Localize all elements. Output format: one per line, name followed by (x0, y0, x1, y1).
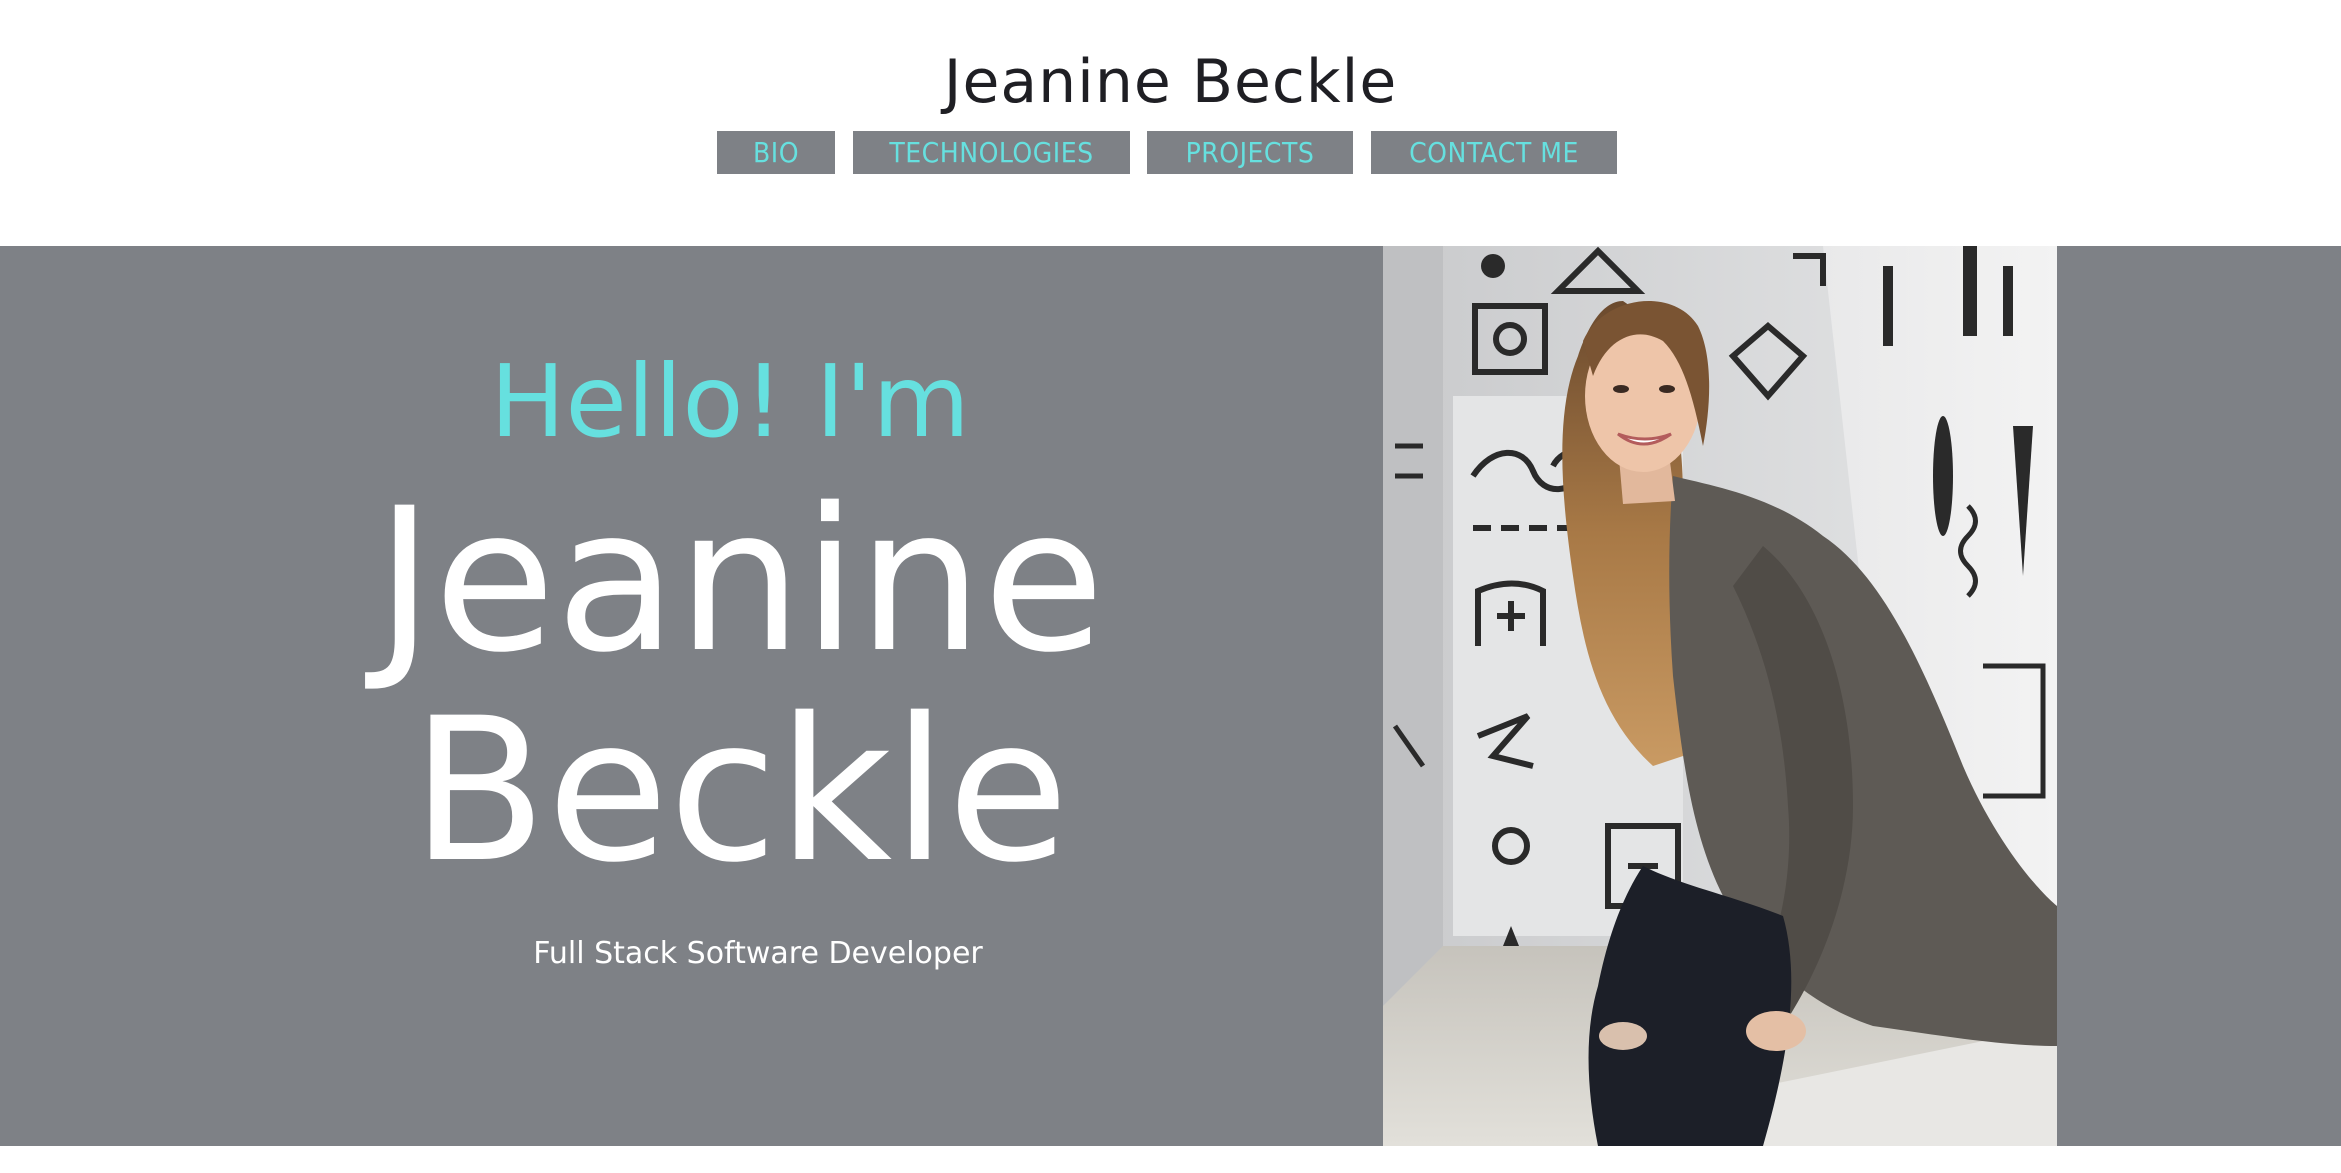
page: Jeanine Beckle BIO TECHNOLOGIES PROJECTS… (0, 0, 2341, 1173)
hero-greeting: Hello! I'm (490, 343, 970, 460)
profile-photo (1383, 246, 2057, 1146)
hero-name: Jeanine Beckle (0, 476, 1480, 896)
site-title: Jeanine Beckle (943, 47, 1398, 117)
main-nav: BIO TECHNOLOGIES PROJECTS CONTACT ME (0, 131, 2341, 174)
hero-last-name: Beckle (410, 675, 1069, 906)
hero-section: Hello! I'm Jeanine Beckle Full Stack Sof… (0, 246, 2341, 1146)
hero-first-name: Jeanine (375, 465, 1105, 696)
site-header: Jeanine Beckle BIO TECHNOLOGIES PROJECTS… (0, 0, 2341, 246)
nav-technologies-button[interactable]: TECHNOLOGIES (853, 131, 1130, 174)
hero-text: Hello! I'm Jeanine Beckle Full Stack Sof… (0, 246, 1383, 1146)
nav-bio-button[interactable]: BIO (717, 131, 835, 174)
nav-contact-button[interactable]: CONTACT ME (1371, 131, 1617, 174)
hero-subtitle: Full Stack Software Developer (533, 936, 983, 971)
nav-projects-button[interactable]: PROJECTS (1147, 131, 1353, 174)
